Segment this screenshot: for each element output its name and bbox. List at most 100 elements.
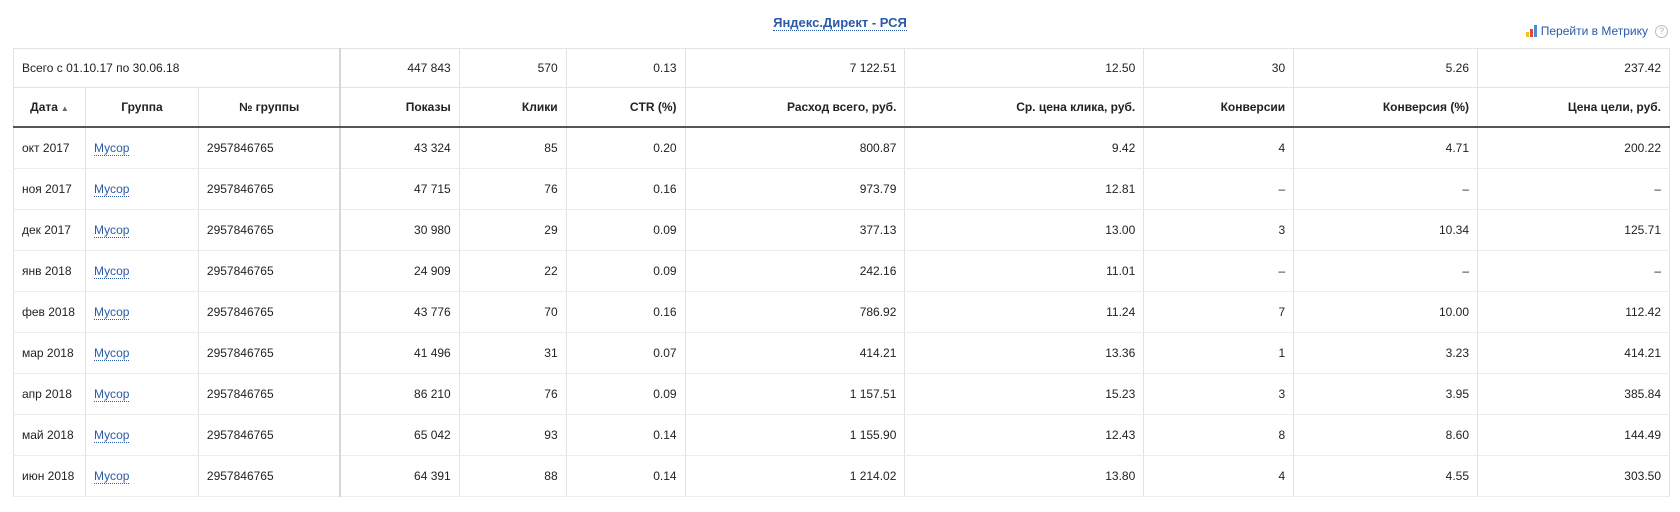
group-link[interactable]: Мусор [93,305,130,320]
group-id-cell: 2957846765 [197,168,341,210]
group-id-cell: 2957846765 [197,127,341,169]
group-link[interactable]: Мусор [93,428,130,443]
spend-cell: 800.87 [684,127,905,169]
summary-conversions: 30 [1143,48,1294,88]
column-header-impressions[interactable]: Показы [339,87,460,128]
column-header-avg-cpc[interactable]: Ср. цена клика, руб. [904,87,1144,128]
date-cell: мар 2018 [13,332,86,374]
column-header-conversions[interactable]: Конверсии [1143,87,1294,128]
clicks-cell: 22 [458,250,567,292]
spend-cell: 1 214.02 [684,455,905,497]
cost-per-goal-cell: 144.49 [1477,414,1670,456]
column-header-spend[interactable]: Расход всего, руб. [684,87,905,128]
conversions-cell: 3 [1143,373,1294,415]
avg-cpc-cell: 12.43 [904,414,1144,456]
column-header-ctr[interactable]: CTR (%) [565,87,686,128]
cost-per-goal-cell: 200.22 [1477,127,1670,169]
metrika-icon-bar-1 [1525,32,1529,37]
column-header-clicks[interactable]: Клики [458,87,567,128]
clicks-cell: 31 [458,332,567,374]
conversion-rate-cell: – [1293,168,1478,210]
group-link[interactable]: Мусор [93,141,130,156]
metrika-link[interactable]: Перейти в Метрику [1541,24,1648,38]
column-header-date[interactable]: Дата ▲ [13,87,86,128]
group-link[interactable]: Мусор [93,182,130,197]
column-header-group[interactable]: Группа [84,87,199,128]
group-id-cell: 2957846765 [197,291,341,333]
metrika-section: Перейти в Метрику ? [1525,24,1668,38]
group-id-cell: 2957846765 [197,209,341,251]
cost-per-goal-cell: 112.42 [1477,291,1670,333]
table-row: фев 2018 Мусор 2957846765 43 776 70 0.16 786.9… [13,291,1670,333]
column-header-date-label: Дата [30,100,58,114]
clicks-cell: 85 [458,127,567,169]
spend-cell: 377.13 [684,209,905,251]
metrika-icon-bar-3 [1533,25,1537,37]
group-cell: Мусор [84,291,199,333]
spend-cell: 1 157.51 [684,373,905,415]
date-cell: окт 2017 [13,127,86,169]
summary-spend: 7 122.51 [684,48,905,88]
group-id-cell: 2957846765 [197,414,341,456]
avg-cpc-cell: 11.24 [904,291,1144,333]
summary-clicks: 570 [458,48,567,88]
spend-cell: 1 155.90 [684,414,905,456]
avg-cpc-cell: 15.23 [904,373,1144,415]
ctr-cell: 0.16 [565,291,686,333]
summary-avg-cpc: 12.50 [904,48,1144,88]
impressions-cell: 65 042 [339,414,460,456]
date-cell: дек 2017 [13,209,86,251]
help-icon[interactable]: ? [1655,24,1668,38]
group-cell: Мусор [84,209,199,251]
conversion-rate-cell: 3.95 [1293,373,1478,415]
report-title-link[interactable]: Яндекс.Директ - РСЯ [773,15,907,31]
impressions-cell: 64 391 [339,455,460,497]
cost-per-goal-cell: 125.71 [1477,209,1670,251]
date-cell: фев 2018 [13,291,86,333]
impressions-cell: 43 776 [339,291,460,333]
conversion-rate-cell: – [1293,250,1478,292]
conversion-rate-cell: 4.71 [1293,127,1478,169]
group-cell: Мусор [84,373,199,415]
table-row: ноя 2017 Мусор 2957846765 47 715 76 0.16 973.7… [13,168,1670,210]
conversions-cell: 4 [1143,455,1294,497]
group-link[interactable]: Мусор [93,469,130,484]
date-cell: апр 2018 [13,373,86,415]
summary-label: Всего с 01.10.17 по 30.06.18 [13,48,341,88]
conversions-cell: 8 [1143,414,1294,456]
ctr-cell: 0.09 [565,250,686,292]
table-row: мар 2018 Мусор 2957846765 41 496 31 0.07 414.2… [13,332,1670,374]
sort-ascending-icon: ▲ [60,104,69,113]
cost-per-goal-cell: 385.84 [1477,373,1670,415]
metrika-icon [1525,25,1537,37]
group-id-cell: 2957846765 [197,373,341,415]
group-link[interactable]: Мусор [93,264,130,279]
conversions-cell: – [1143,168,1294,210]
group-cell: Мусор [84,332,199,374]
group-link[interactable]: Мусор [93,387,130,402]
conversion-rate-cell: 10.00 [1293,291,1478,333]
summary-row: Всего с 01.10.17 по 30.06.18 447 843 570… [13,48,1670,88]
group-link[interactable]: Мусор [93,223,130,238]
avg-cpc-cell: 11.01 [904,250,1144,292]
clicks-cell: 29 [458,209,567,251]
conversion-rate-cell: 10.34 [1293,209,1478,251]
impressions-cell: 30 980 [339,209,460,251]
group-link[interactable]: Мусор [93,346,130,361]
summary-cost-per-goal: 237.42 [1477,48,1670,88]
spend-cell: 973.79 [684,168,905,210]
group-id-cell: 2957846765 [197,332,341,374]
column-header-group-id[interactable]: № группы [197,87,341,128]
report-title-container: Яндекс.Директ - РСЯ [0,14,1680,32]
table-row: июн 2018 Мусор 2957846765 64 391 88 0.14 1 214… [13,455,1670,497]
ctr-cell: 0.09 [565,209,686,251]
column-header-cost-per-goal[interactable]: Цена цели, руб. [1477,87,1670,128]
ctr-cell: 0.14 [565,455,686,497]
group-cell: Мусор [84,127,199,169]
cost-per-goal-cell: 303.50 [1477,455,1670,497]
clicks-cell: 70 [458,291,567,333]
conversions-cell: 4 [1143,127,1294,169]
date-cell: май 2018 [13,414,86,456]
clicks-cell: 93 [458,414,567,456]
column-header-conversion-rate[interactable]: Конверсия (%) [1293,87,1478,128]
